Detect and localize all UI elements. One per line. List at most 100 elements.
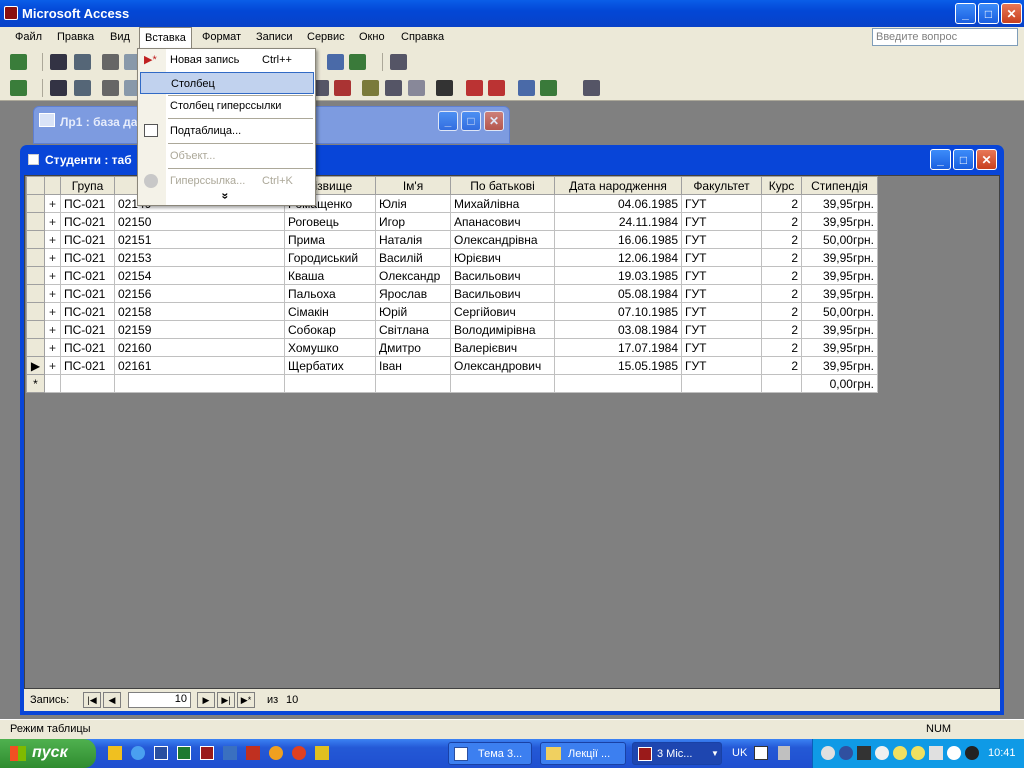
menu-edit[interactable]: Правка	[57, 31, 94, 43]
table-row[interactable]: + ПС-021 02151 Прима Наталія Олександрівна 16.…	[26, 230, 878, 249]
apply-filter-icon[interactable]	[408, 80, 425, 96]
menu-window[interactable]: Окно	[359, 31, 385, 43]
print-icon[interactable]	[102, 80, 119, 96]
column-header[interactable]: По батькові	[450, 176, 555, 195]
tray-icon[interactable]	[875, 746, 889, 760]
menu-format[interactable]: Формат	[202, 31, 241, 43]
table-cell[interactable]: 2	[761, 194, 802, 213]
table-cell[interactable]: Олександрівна	[450, 230, 555, 249]
table-close-button[interactable]: ✕	[976, 149, 997, 170]
table-cell[interactable]: ПС-021	[60, 194, 115, 213]
new-record-nav-button[interactable]: ▶*	[237, 692, 255, 708]
menu-item-subdatasheet[interactable]: Подтаблица...	[138, 120, 315, 142]
app-icon[interactable]	[246, 746, 260, 760]
table-cell[interactable]: 07.10.1985	[554, 302, 682, 321]
table-cell[interactable]: Кваша	[284, 266, 376, 285]
table-row[interactable]: + ПС-021 02150 Роговець Игор Апанасович 24.11.…	[26, 212, 878, 231]
expand-subdatasheet-icon[interactable]: +	[44, 212, 61, 231]
excel-icon[interactable]	[177, 746, 191, 760]
table-window[interactable]: Студенти : таб _ □ ✕ Група Н різвище Ім'…	[20, 145, 1004, 715]
row-selector[interactable]	[26, 266, 45, 285]
row-selector[interactable]	[26, 302, 45, 321]
table-cell[interactable]: Пальоха	[284, 284, 376, 303]
table-cell[interactable]: 2	[761, 248, 802, 267]
table-cell[interactable]: 0,00грн.	[801, 374, 878, 393]
print-icon[interactable]	[102, 54, 119, 70]
table-cell[interactable]: 02161	[114, 356, 285, 375]
table-row[interactable]: + ПС-021 02156 Пальоха Ярослав Васильович 05.0…	[26, 284, 878, 303]
tray-icon[interactable]	[965, 746, 979, 760]
table-cell[interactable]: 16.06.1985	[554, 230, 682, 249]
table-cell[interactable]: ПС-021	[60, 284, 115, 303]
tool-icon[interactable]	[315, 746, 329, 760]
table-cell[interactable]: ГУТ	[681, 356, 762, 375]
help-icon[interactable]	[390, 54, 407, 70]
new-record-asterisk-icon[interactable]: *	[26, 374, 45, 393]
start-button[interactable]: пуск	[0, 739, 96, 768]
menu-tools[interactable]: Сервис	[307, 31, 345, 43]
expand-menu-chevron-icon[interactable]: »	[218, 193, 232, 200]
table-cell[interactable]: Васильович	[450, 284, 555, 303]
expand-subdatasheet-icon[interactable]: +	[44, 248, 61, 267]
expand-subdatasheet-icon[interactable]: +	[44, 194, 61, 213]
table-cell[interactable]: ГУТ	[681, 338, 762, 357]
table-cell[interactable]: 39,95грн.	[801, 338, 878, 357]
expand-subdatasheet-icon[interactable]: +	[44, 230, 61, 249]
table-cell[interactable]: 39,95грн.	[801, 194, 878, 213]
table-cell[interactable]: ГУТ	[681, 302, 762, 321]
menu-item-hyperlink-column[interactable]: Столбец гиперссылки	[138, 95, 315, 117]
table-cell[interactable]: ГУТ	[681, 284, 762, 303]
table-cell[interactable]: Городиський	[284, 248, 376, 267]
table-cell[interactable]	[375, 374, 451, 393]
task-folder-lectures[interactable]: Лекції ...	[540, 742, 626, 765]
table-cell[interactable]: 2	[761, 320, 802, 339]
table-cell[interactable]: 02156	[114, 284, 285, 303]
table-cell[interactable]: Василій	[375, 248, 451, 267]
internet-explorer-icon[interactable]	[131, 746, 145, 760]
table-cell[interactable]: 04.06.1985	[554, 194, 682, 213]
database-window-icon[interactable]	[518, 80, 535, 96]
table-cell[interactable]: ГУТ	[681, 212, 762, 231]
expand-subdatasheet-icon[interactable]: +	[44, 266, 61, 285]
table-row[interactable]: + ПС-021 02160 Хомушко Дмитро Валерієвич 17.07…	[26, 338, 878, 357]
expand-subdatasheet-icon[interactable]: +	[44, 338, 61, 357]
db-maximize-button[interactable]: □	[461, 111, 481, 131]
table-cell[interactable]: Сімакін	[284, 302, 376, 321]
save-icon[interactable]	[50, 80, 67, 96]
table-cell[interactable]: Світлана	[375, 320, 451, 339]
table-cell[interactable]: Роговець	[284, 212, 376, 231]
table-maximize-button[interactable]: □	[953, 149, 974, 170]
table-cell[interactable]: 50,00грн.	[801, 302, 878, 321]
access-icon[interactable]	[200, 746, 214, 760]
table-cell[interactable]: ГУТ	[681, 194, 762, 213]
new-record-icon[interactable]	[466, 80, 483, 96]
table-cell[interactable]: ПС-021	[60, 320, 115, 339]
sort-descending-icon[interactable]	[334, 80, 351, 96]
row-selector[interactable]	[26, 194, 45, 213]
table-cell[interactable]: Олександр	[375, 266, 451, 285]
table-cell[interactable]: 02154	[114, 266, 285, 285]
table-cell[interactable]: 02150	[114, 212, 285, 231]
table-cell[interactable]: Щербатих	[284, 356, 376, 375]
table-cell[interactable]: 39,95грн.	[801, 284, 878, 303]
table-cell[interactable]: Хомушко	[284, 338, 376, 357]
column-header[interactable]: Група	[60, 176, 115, 195]
table-cell[interactable]	[450, 374, 555, 393]
table-minimize-button[interactable]: _	[930, 149, 951, 170]
table-row[interactable]: + ПС-021 02154 Кваша Олександр Васильович 19.0…	[26, 266, 878, 285]
table-cell[interactable]: ПС-021	[60, 266, 115, 285]
table-cell[interactable]	[44, 374, 61, 393]
current-record-input[interactable]: 10	[128, 692, 191, 708]
table-cell[interactable]: Собокар	[284, 320, 376, 339]
app-title-bar[interactable]: Microsoft Access _ □ ✕	[0, 0, 1024, 27]
clock-icon[interactable]	[947, 746, 961, 760]
table-cell[interactable]: ПС-021	[60, 212, 115, 231]
expand-subdatasheet-icon[interactable]: +	[44, 302, 61, 321]
select-all-corner[interactable]	[26, 176, 45, 195]
task-word-document[interactable]: Тема 3...	[448, 742, 532, 765]
maximize-button[interactable]: □	[978, 3, 999, 24]
help-icon[interactable]	[583, 80, 600, 96]
filter-by-form-icon[interactable]	[385, 80, 402, 96]
tray-icon[interactable]	[929, 746, 943, 760]
table-row[interactable]: + ПС-021 02153 Городиський Василій Юрієвич 12.…	[26, 248, 878, 267]
